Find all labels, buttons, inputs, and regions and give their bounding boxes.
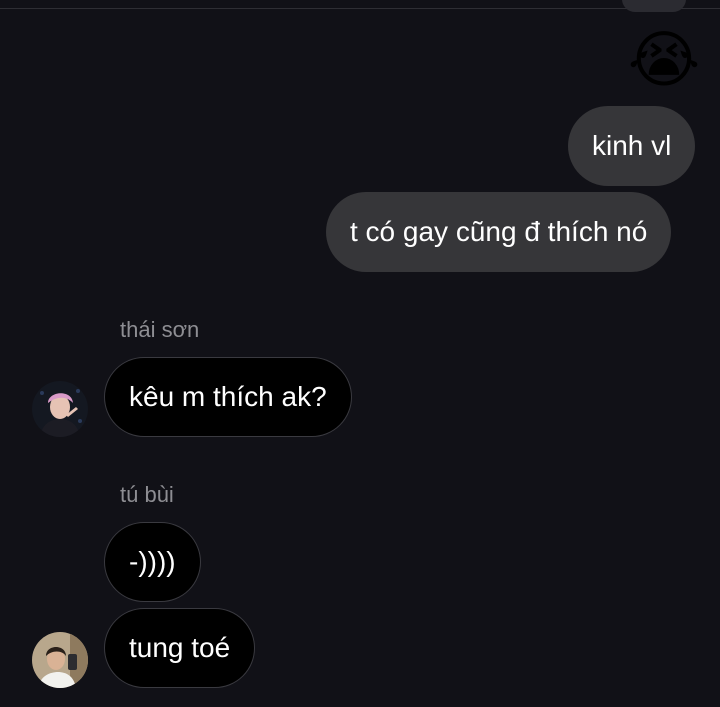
avatar[interactable] bbox=[32, 632, 88, 688]
sent-message-bubble[interactable]: t có gay cũng đ thích nó bbox=[326, 192, 672, 272]
received-message-bubble[interactable]: kêu m thích ak? bbox=[104, 357, 352, 437]
header-divider bbox=[0, 8, 720, 9]
previous-message-bubble[interactable] bbox=[622, 0, 686, 12]
sent-message-bubble[interactable]: kinh vl bbox=[568, 106, 696, 186]
sender-name: tú bùi bbox=[120, 482, 174, 507]
avatar[interactable] bbox=[32, 381, 88, 437]
person-avatar-icon bbox=[32, 381, 88, 437]
received-message-bubble[interactable]: tung toé bbox=[104, 608, 256, 688]
person-avatar-icon bbox=[32, 632, 88, 688]
received-message-bubble[interactable]: -)))) bbox=[104, 522, 201, 602]
sender-name: thái sơn bbox=[120, 317, 200, 342]
crying-face-emoji-icon[interactable]: 😭 bbox=[625, 22, 703, 100]
